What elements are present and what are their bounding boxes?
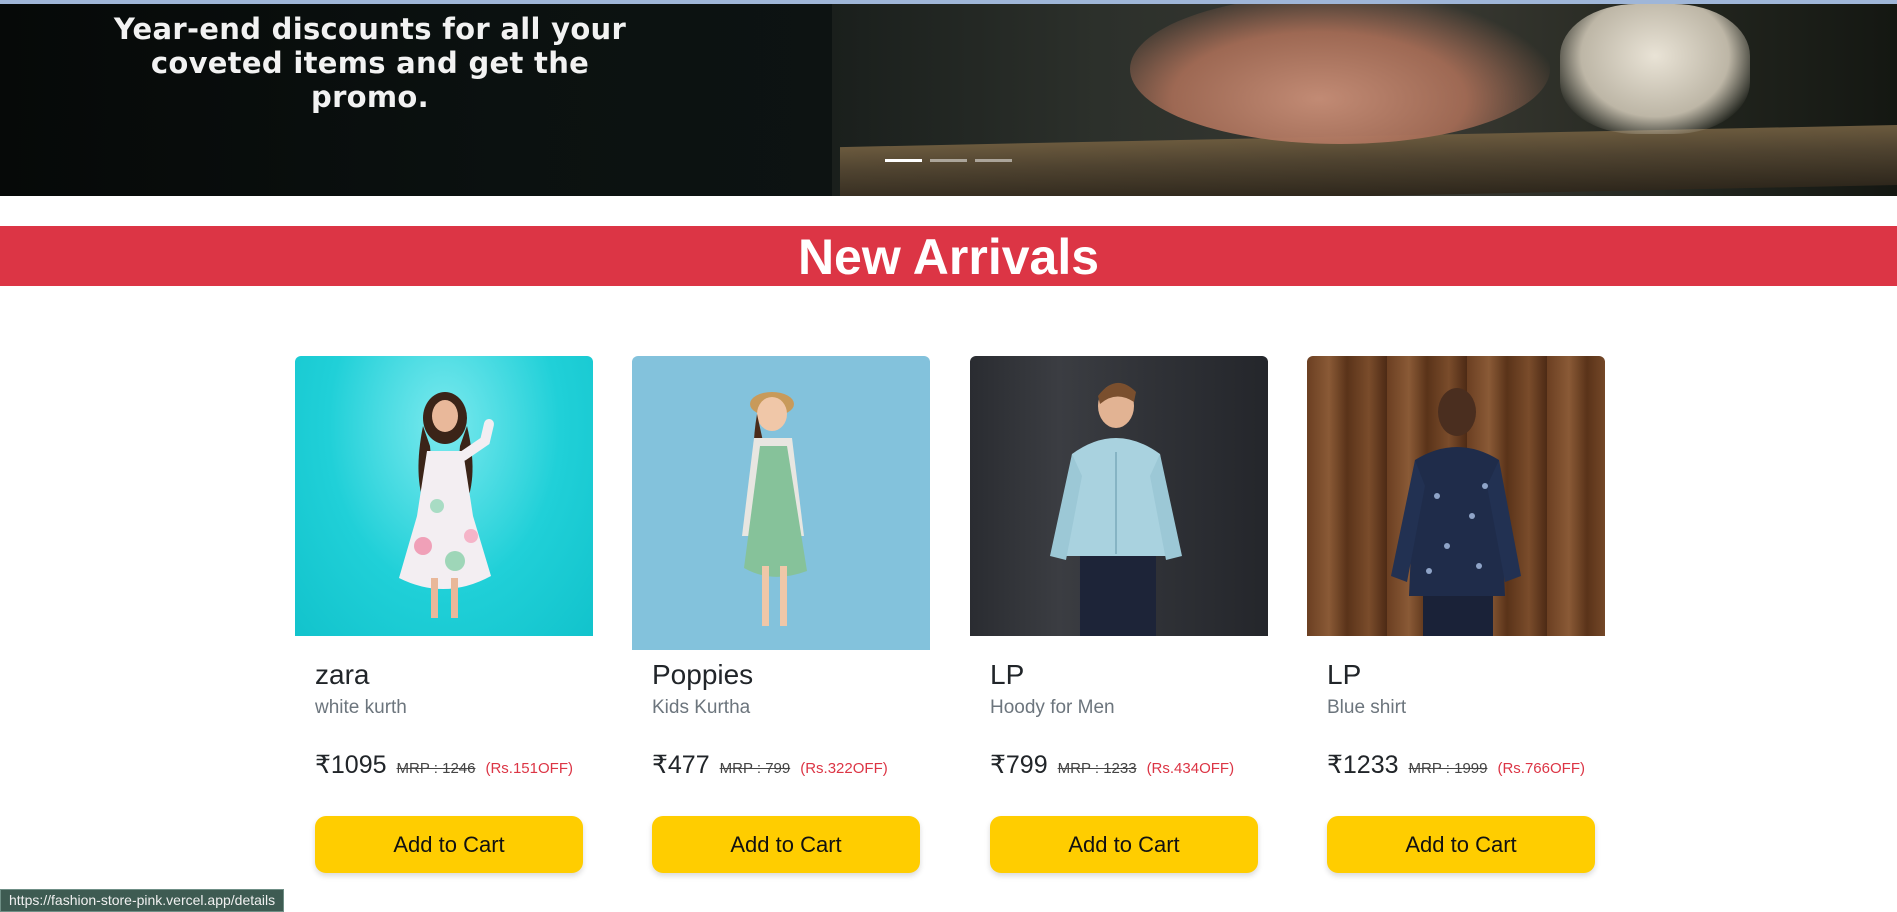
carousel-indicator-2[interactable] <box>930 159 967 162</box>
product-discount: (Rs.322OFF) <box>800 760 888 777</box>
product-info: Poppies Kids Kurtha <box>652 658 922 720</box>
product-price: ₹477 <box>652 751 710 779</box>
product-price: ₹1233 <box>1327 751 1399 779</box>
product-description: Hoody for Men <box>990 697 1115 718</box>
carousel-indicator-1[interactable] <box>885 159 922 162</box>
new-arrivals-heading: New Arrivals <box>0 226 1897 286</box>
price-row: ₹1095 MRP : 1246 (Rs.151OFF) <box>315 750 573 780</box>
product-card[interactable]: LP Blue shirt ₹1233 MRP : 1999 (Rs.766OF… <box>1307 356 1605 881</box>
product-discount: (Rs.434OFF) <box>1146 760 1235 777</box>
price-row: ₹477 MRP : 799 (Rs.322OFF) <box>652 750 888 780</box>
product-mrp: MRP : 799 <box>719 760 791 777</box>
add-to-cart-button[interactable]: Add to Cart <box>652 816 920 873</box>
product-info: zara white kurth <box>315 658 585 720</box>
product-description: Blue shirt <box>1327 697 1407 718</box>
product-description: white kurth <box>315 697 407 718</box>
add-to-cart-button[interactable]: Add to Cart <box>990 816 1258 873</box>
add-to-cart-button[interactable]: Add to Cart <box>315 816 583 873</box>
product-grid: zara white kurth ₹1095 MRP : 1246 (Rs.15… <box>0 356 1897 886</box>
add-to-cart-button[interactable]: Add to Cart <box>1327 816 1595 873</box>
product-brand: LP <box>1327 659 1362 690</box>
product-price: ₹1095 <box>315 751 387 779</box>
product-image[interactable] <box>1307 356 1605 636</box>
product-mrp: MRP : 1246 <box>396 760 476 777</box>
product-mrp: MRP : 1999 <box>1408 760 1488 777</box>
hero-carousel[interactable]: Year-end discounts for all your coveted … <box>0 4 1897 196</box>
price-row: ₹799 MRP : 1233 (Rs.434OFF) <box>990 750 1234 780</box>
product-description: Kids Kurtha <box>652 697 751 718</box>
product-mrp: MRP : 1233 <box>1057 760 1137 777</box>
hero-caption: Year-end discounts for all your coveted … <box>113 12 627 114</box>
carousel-indicator-3[interactable] <box>975 159 1012 162</box>
carousel-indicators <box>885 159 1012 162</box>
product-info: LP Blue shirt <box>1327 658 1597 720</box>
product-brand: Poppies <box>652 659 754 690</box>
product-discount: (Rs.766OFF) <box>1497 760 1585 777</box>
link-status-bar: https://fashion-store-pink.vercel.app/de… <box>0 889 285 912</box>
product-card[interactable]: zara white kurth ₹1095 MRP : 1246 (Rs.15… <box>295 356 593 881</box>
product-brand: zara <box>315 659 370 690</box>
product-image[interactable] <box>632 356 930 650</box>
product-discount: (Rs.151OFF) <box>485 760 573 777</box>
price-row: ₹1233 MRP : 1999 (Rs.766OFF) <box>1327 750 1585 780</box>
product-card[interactable]: Poppies Kids Kurtha ₹477 MRP : 799 (Rs.3… <box>632 356 930 881</box>
product-info: LP Hoody for Men <box>990 658 1260 720</box>
product-image[interactable] <box>970 356 1268 636</box>
product-image[interactable] <box>295 356 593 636</box>
product-price: ₹799 <box>990 751 1048 779</box>
product-card[interactable]: LP Hoody for Men ₹799 MRP : 1233 (Rs.434… <box>970 356 1268 881</box>
product-brand: LP <box>990 659 1025 690</box>
hero-cloth-image <box>1560 4 1750 134</box>
